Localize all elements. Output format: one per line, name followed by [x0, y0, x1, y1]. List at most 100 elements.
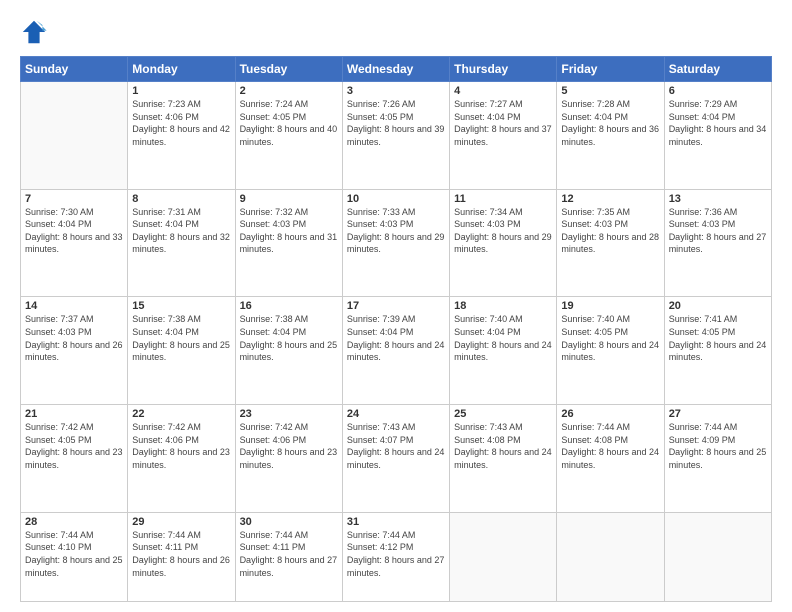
- calendar-cell: 7Sunrise: 7:30 AMSunset: 4:04 PMDaylight…: [21, 189, 128, 297]
- day-info: Sunrise: 7:37 AMSunset: 4:03 PMDaylight:…: [25, 313, 123, 363]
- day-info: Sunrise: 7:43 AMSunset: 4:08 PMDaylight:…: [454, 421, 552, 471]
- day-number: 11: [454, 193, 552, 205]
- calendar-cell: 3Sunrise: 7:26 AMSunset: 4:05 PMDaylight…: [342, 82, 449, 190]
- day-number: 15: [132, 300, 230, 312]
- day-number: 10: [347, 193, 445, 205]
- calendar-cell: 20Sunrise: 7:41 AMSunset: 4:05 PMDayligh…: [664, 297, 771, 405]
- weekday-header-saturday: Saturday: [664, 57, 771, 82]
- calendar-cell: 16Sunrise: 7:38 AMSunset: 4:04 PMDayligh…: [235, 297, 342, 405]
- day-info: Sunrise: 7:39 AMSunset: 4:04 PMDaylight:…: [347, 313, 445, 363]
- week-row-5: 28Sunrise: 7:44 AMSunset: 4:10 PMDayligh…: [21, 512, 772, 601]
- day-info: Sunrise: 7:29 AMSunset: 4:04 PMDaylight:…: [669, 98, 767, 148]
- calendar-cell: [450, 512, 557, 601]
- day-number: 14: [25, 300, 123, 312]
- day-info: Sunrise: 7:38 AMSunset: 4:04 PMDaylight:…: [132, 313, 230, 363]
- day-number: 24: [347, 408, 445, 420]
- day-number: 7: [25, 193, 123, 205]
- calendar-cell: 29Sunrise: 7:44 AMSunset: 4:11 PMDayligh…: [128, 512, 235, 601]
- day-info: Sunrise: 7:44 AMSunset: 4:11 PMDaylight:…: [132, 529, 230, 579]
- calendar-cell: 26Sunrise: 7:44 AMSunset: 4:08 PMDayligh…: [557, 405, 664, 513]
- day-info: Sunrise: 7:27 AMSunset: 4:04 PMDaylight:…: [454, 98, 552, 148]
- day-number: 26: [561, 408, 659, 420]
- day-number: 29: [132, 516, 230, 528]
- day-number: 18: [454, 300, 552, 312]
- day-number: 1: [132, 85, 230, 97]
- day-number: 3: [347, 85, 445, 97]
- day-number: 13: [669, 193, 767, 205]
- day-number: 5: [561, 85, 659, 97]
- calendar-cell: 24Sunrise: 7:43 AMSunset: 4:07 PMDayligh…: [342, 405, 449, 513]
- day-number: 30: [240, 516, 338, 528]
- day-info: Sunrise: 7:44 AMSunset: 4:12 PMDaylight:…: [347, 529, 445, 579]
- day-number: 21: [25, 408, 123, 420]
- day-number: 31: [347, 516, 445, 528]
- calendar-cell: 6Sunrise: 7:29 AMSunset: 4:04 PMDaylight…: [664, 82, 771, 190]
- calendar-cell: 21Sunrise: 7:42 AMSunset: 4:05 PMDayligh…: [21, 405, 128, 513]
- calendar-cell: 12Sunrise: 7:35 AMSunset: 4:03 PMDayligh…: [557, 189, 664, 297]
- calendar-cell: 9Sunrise: 7:32 AMSunset: 4:03 PMDaylight…: [235, 189, 342, 297]
- calendar-cell: 18Sunrise: 7:40 AMSunset: 4:04 PMDayligh…: [450, 297, 557, 405]
- calendar-cell: 19Sunrise: 7:40 AMSunset: 4:05 PMDayligh…: [557, 297, 664, 405]
- day-info: Sunrise: 7:32 AMSunset: 4:03 PMDaylight:…: [240, 206, 338, 256]
- day-number: 19: [561, 300, 659, 312]
- calendar-cell: 4Sunrise: 7:27 AMSunset: 4:04 PMDaylight…: [450, 82, 557, 190]
- day-info: Sunrise: 7:44 AMSunset: 4:10 PMDaylight:…: [25, 529, 123, 579]
- day-number: 8: [132, 193, 230, 205]
- day-info: Sunrise: 7:40 AMSunset: 4:05 PMDaylight:…: [561, 313, 659, 363]
- weekday-header-friday: Friday: [557, 57, 664, 82]
- day-info: Sunrise: 7:34 AMSunset: 4:03 PMDaylight:…: [454, 206, 552, 256]
- calendar-cell: 14Sunrise: 7:37 AMSunset: 4:03 PMDayligh…: [21, 297, 128, 405]
- day-number: 27: [669, 408, 767, 420]
- weekday-header-row: SundayMondayTuesdayWednesdayThursdayFrid…: [21, 57, 772, 82]
- day-info: Sunrise: 7:44 AMSunset: 4:08 PMDaylight:…: [561, 421, 659, 471]
- week-row-3: 14Sunrise: 7:37 AMSunset: 4:03 PMDayligh…: [21, 297, 772, 405]
- calendar-cell: 10Sunrise: 7:33 AMSunset: 4:03 PMDayligh…: [342, 189, 449, 297]
- day-number: 25: [454, 408, 552, 420]
- day-number: 22: [132, 408, 230, 420]
- calendar-cell: 31Sunrise: 7:44 AMSunset: 4:12 PMDayligh…: [342, 512, 449, 601]
- weekday-header-wednesday: Wednesday: [342, 57, 449, 82]
- calendar-cell: 1Sunrise: 7:23 AMSunset: 4:06 PMDaylight…: [128, 82, 235, 190]
- week-row-2: 7Sunrise: 7:30 AMSunset: 4:04 PMDaylight…: [21, 189, 772, 297]
- day-info: Sunrise: 7:42 AMSunset: 4:05 PMDaylight:…: [25, 421, 123, 471]
- day-info: Sunrise: 7:44 AMSunset: 4:11 PMDaylight:…: [240, 529, 338, 579]
- weekday-header-tuesday: Tuesday: [235, 57, 342, 82]
- calendar-cell: 13Sunrise: 7:36 AMSunset: 4:03 PMDayligh…: [664, 189, 771, 297]
- calendar-cell: [557, 512, 664, 601]
- day-number: 17: [347, 300, 445, 312]
- day-info: Sunrise: 7:41 AMSunset: 4:05 PMDaylight:…: [669, 313, 767, 363]
- day-number: 20: [669, 300, 767, 312]
- calendar-cell: 17Sunrise: 7:39 AMSunset: 4:04 PMDayligh…: [342, 297, 449, 405]
- calendar-cell: 25Sunrise: 7:43 AMSunset: 4:08 PMDayligh…: [450, 405, 557, 513]
- week-row-4: 21Sunrise: 7:42 AMSunset: 4:05 PMDayligh…: [21, 405, 772, 513]
- day-number: 4: [454, 85, 552, 97]
- calendar-cell: [664, 512, 771, 601]
- calendar-cell: 5Sunrise: 7:28 AMSunset: 4:04 PMDaylight…: [557, 82, 664, 190]
- logo: [20, 18, 52, 46]
- day-info: Sunrise: 7:31 AMSunset: 4:04 PMDaylight:…: [132, 206, 230, 256]
- day-info: Sunrise: 7:35 AMSunset: 4:03 PMDaylight:…: [561, 206, 659, 256]
- day-info: Sunrise: 7:23 AMSunset: 4:06 PMDaylight:…: [132, 98, 230, 148]
- calendar-cell: 22Sunrise: 7:42 AMSunset: 4:06 PMDayligh…: [128, 405, 235, 513]
- calendar-cell: 28Sunrise: 7:44 AMSunset: 4:10 PMDayligh…: [21, 512, 128, 601]
- day-number: 9: [240, 193, 338, 205]
- day-info: Sunrise: 7:33 AMSunset: 4:03 PMDaylight:…: [347, 206, 445, 256]
- day-info: Sunrise: 7:24 AMSunset: 4:05 PMDaylight:…: [240, 98, 338, 148]
- day-number: 6: [669, 85, 767, 97]
- logo-icon: [20, 18, 48, 46]
- calendar-cell: 8Sunrise: 7:31 AMSunset: 4:04 PMDaylight…: [128, 189, 235, 297]
- calendar-cell: 27Sunrise: 7:44 AMSunset: 4:09 PMDayligh…: [664, 405, 771, 513]
- calendar-cell: 2Sunrise: 7:24 AMSunset: 4:05 PMDaylight…: [235, 82, 342, 190]
- weekday-header-thursday: Thursday: [450, 57, 557, 82]
- calendar-cell: 11Sunrise: 7:34 AMSunset: 4:03 PMDayligh…: [450, 189, 557, 297]
- day-info: Sunrise: 7:42 AMSunset: 4:06 PMDaylight:…: [240, 421, 338, 471]
- day-number: 28: [25, 516, 123, 528]
- calendar-cell: 23Sunrise: 7:42 AMSunset: 4:06 PMDayligh…: [235, 405, 342, 513]
- day-number: 16: [240, 300, 338, 312]
- day-info: Sunrise: 7:42 AMSunset: 4:06 PMDaylight:…: [132, 421, 230, 471]
- day-info: Sunrise: 7:38 AMSunset: 4:04 PMDaylight:…: [240, 313, 338, 363]
- day-info: Sunrise: 7:43 AMSunset: 4:07 PMDaylight:…: [347, 421, 445, 471]
- calendar-cell: 30Sunrise: 7:44 AMSunset: 4:11 PMDayligh…: [235, 512, 342, 601]
- day-number: 23: [240, 408, 338, 420]
- day-info: Sunrise: 7:40 AMSunset: 4:04 PMDaylight:…: [454, 313, 552, 363]
